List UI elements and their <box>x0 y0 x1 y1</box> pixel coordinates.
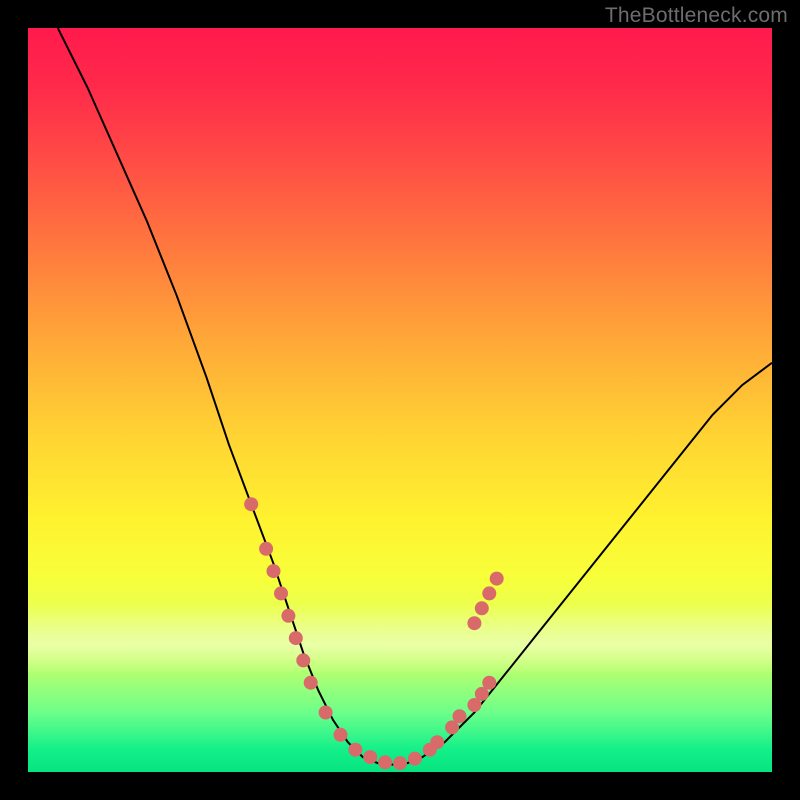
data-point <box>259 542 273 556</box>
data-point <box>267 564 281 578</box>
watermark-text: TheBottleneck.com <box>605 4 788 28</box>
data-point <box>363 750 377 764</box>
data-point <box>393 756 407 770</box>
data-point <box>244 497 258 511</box>
data-point <box>490 572 504 586</box>
chart-frame: TheBottleneck.com <box>0 0 800 800</box>
data-point <box>482 586 496 600</box>
data-point <box>289 631 303 645</box>
data-point <box>296 653 310 667</box>
data-point <box>334 728 348 742</box>
data-point <box>378 755 392 769</box>
data-point <box>408 752 422 766</box>
data-point <box>319 706 333 720</box>
data-point <box>475 601 489 615</box>
data-point <box>430 735 444 749</box>
plot-area <box>28 28 772 772</box>
dots-group <box>244 497 504 770</box>
bottleneck-curve <box>58 28 772 765</box>
data-point <box>453 709 467 723</box>
data-point <box>348 743 362 757</box>
data-point <box>304 676 318 690</box>
plot-svg <box>28 28 772 772</box>
data-point <box>467 616 481 630</box>
curve-group <box>58 28 772 765</box>
data-point <box>281 609 295 623</box>
data-point <box>274 586 288 600</box>
data-point <box>482 676 496 690</box>
